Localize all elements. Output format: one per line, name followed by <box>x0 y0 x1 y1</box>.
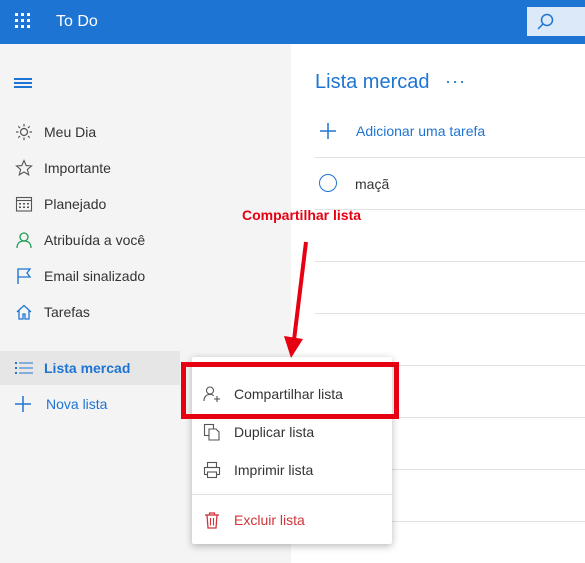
menu-divider <box>192 494 392 495</box>
sidebar-item-label: Tarefas <box>44 304 90 320</box>
app-title: To Do <box>56 13 98 30</box>
sidebar-item-label: Email sinalizado <box>44 268 146 284</box>
annotation-label: Compartilhar lista <box>242 207 362 223</box>
home-icon <box>16 304 32 320</box>
menu-item-label: Imprimir lista <box>234 462 314 478</box>
plus-icon <box>15 396 31 412</box>
sidebar-item-tasks[interactable]: Tarefas <box>0 296 291 328</box>
task-title: maçã <box>355 176 390 192</box>
add-task-button[interactable]: Adicionar uma tarefa <box>315 118 585 150</box>
page-title: Lista mercad <box>315 71 430 93</box>
star-icon <box>15 159 33 176</box>
app-launcher-icon[interactable] <box>15 13 31 29</box>
search-icon <box>537 13 554 30</box>
sidebar-item-label: Meu Dia <box>44 124 97 140</box>
annotation-arrow-icon <box>284 241 308 358</box>
calendar-icon <box>15 196 33 212</box>
sidebar-item-important[interactable]: Importante <box>0 152 291 184</box>
delete-list-menu-item[interactable]: Excluir lista <box>192 502 392 538</box>
sidebar-item-active-list[interactable]: Lista mercad <box>0 351 180 385</box>
sun-icon <box>16 124 32 140</box>
row-divider <box>315 313 585 314</box>
menu-toggle-icon[interactable] <box>14 78 32 88</box>
sidebar-item-label: Atribuída a você <box>44 232 146 248</box>
print-list-menu-item[interactable]: Imprimir lista <box>192 452 392 488</box>
new-list-label: Nova lista <box>46 396 108 412</box>
sidebar-item-flagged-email[interactable]: Email sinalizado <box>0 260 291 292</box>
trash-icon <box>205 512 219 529</box>
top-bar: To Do <box>0 0 585 44</box>
person-icon <box>16 232 32 249</box>
row-divider <box>315 261 585 262</box>
sidebar-item-label: Lista mercad <box>44 360 131 376</box>
add-task-label: Adicionar uma tarefa <box>356 123 486 139</box>
list-icon <box>15 362 33 374</box>
annotation-highlight-box <box>181 362 399 419</box>
list-options-button[interactable]: ··· <box>445 71 466 92</box>
printer-icon <box>203 461 221 479</box>
sidebar-item-assigned[interactable]: Atribuída a você <box>0 224 291 256</box>
menu-item-label: Excluir lista <box>234 512 305 528</box>
sidebar-item-label: Importante <box>44 160 111 176</box>
menu-item-label: Duplicar lista <box>234 424 315 440</box>
search-input[interactable] <box>527 7 585 36</box>
plus-icon <box>320 123 336 139</box>
flag-icon <box>17 268 32 284</box>
task-complete-checkbox[interactable] <box>319 174 337 192</box>
sidebar-item-label: Planejado <box>44 196 107 212</box>
duplicate-list-menu-item[interactable]: Duplicar lista <box>192 414 392 450</box>
task-row[interactable]: maçã <box>315 157 585 209</box>
sidebar-item-my-day[interactable]: Meu Dia <box>0 116 291 148</box>
duplicate-icon <box>203 423 220 441</box>
